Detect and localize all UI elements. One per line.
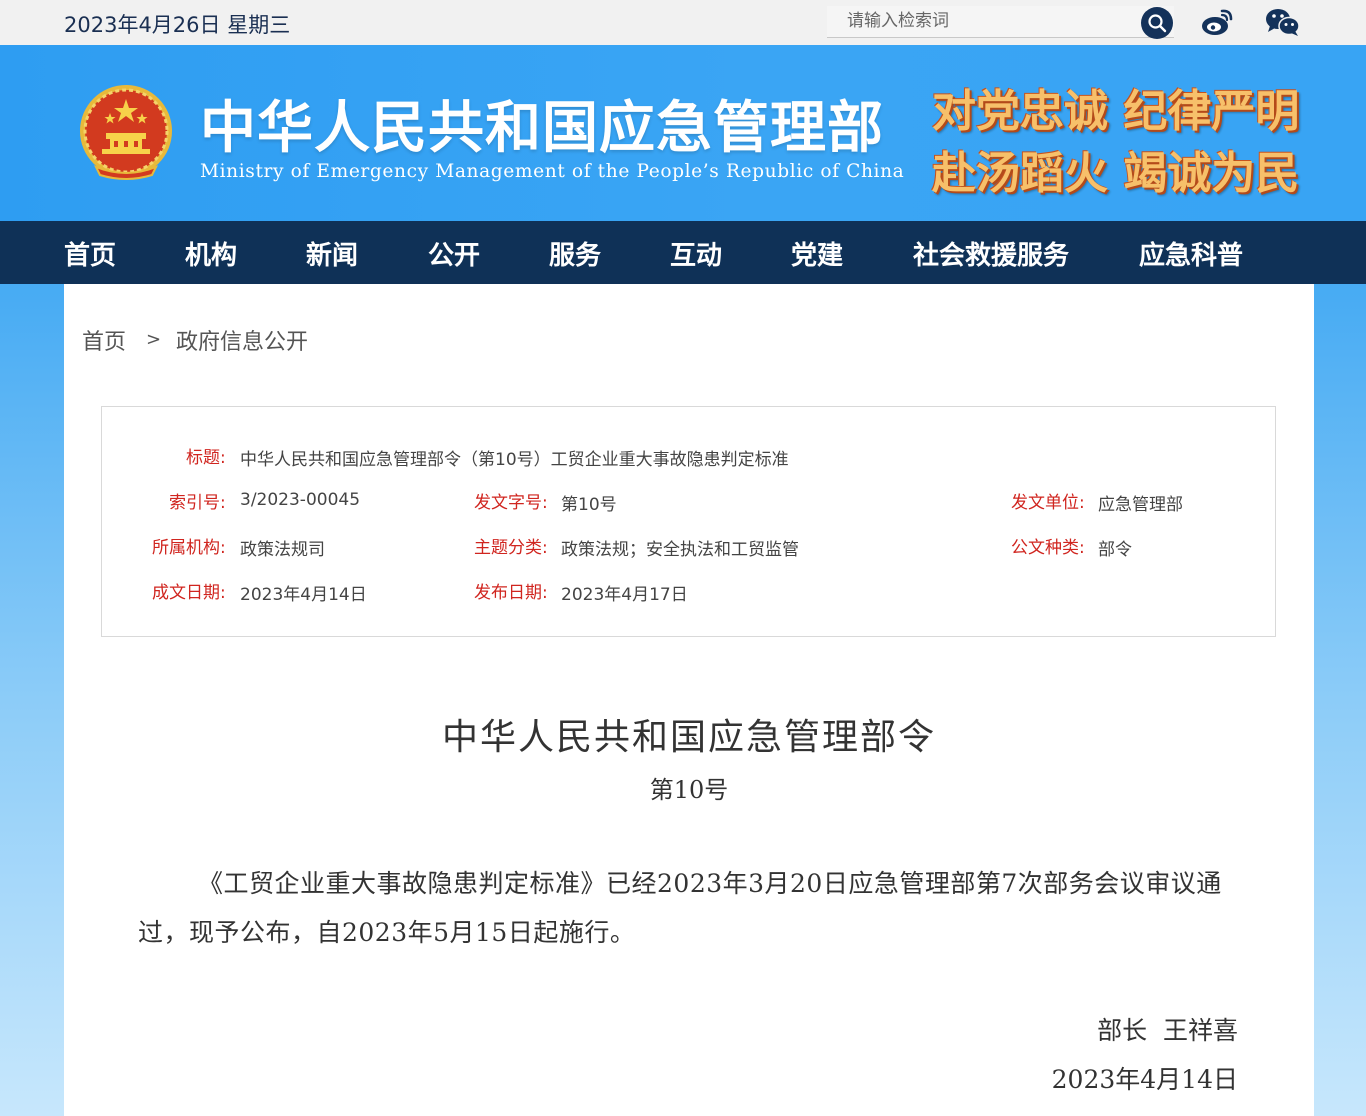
weibo-icon	[1202, 9, 1233, 35]
wechat-link[interactable]	[1264, 5, 1302, 39]
breadcrumb-current[interactable]: 政府信息公开	[176, 324, 308, 356]
docno-value: 第10号	[561, 495, 617, 515]
breadcrumb-separator: >	[146, 329, 162, 350]
docno-label: 发文字号:	[474, 493, 548, 513]
topic-value: 政策法规；安全执法和工贸监管	[561, 540, 799, 560]
slogan-line-2: 赴汤蹈火 竭诚为民	[932, 148, 1300, 199]
nav-item-science[interactable]: 应急科普	[1139, 235, 1243, 272]
nav-item-social-rescue[interactable]: 社会救援服务	[913, 235, 1069, 272]
national-emblem-icon	[80, 85, 172, 180]
nav-item-disclosure[interactable]: 公开	[428, 235, 480, 272]
site-title-en: Ministry of Emergency Management of the …	[200, 161, 905, 182]
document-number: 第10号	[649, 776, 729, 804]
created-date-label: 成文日期:	[152, 583, 226, 603]
org-label: 所属机构:	[152, 538, 226, 558]
title-value: 中华人民共和国应急管理部令（第10号）工贸企业重大事故隐患判定标准	[240, 450, 789, 470]
current-date: 2023年4月26日 星期三	[64, 13, 291, 37]
nav-item-party-building[interactable]: 党建	[791, 235, 843, 272]
index-label: 索引号:	[169, 493, 226, 513]
nav-item-interaction[interactable]: 互动	[670, 235, 722, 272]
nav-item-news[interactable]: 新闻	[306, 235, 358, 272]
created-date-value: 2023年4月14日	[240, 585, 367, 605]
site-header: 中华人民共和国应急管理部 Ministry of Emergency Manag…	[0, 45, 1366, 221]
published-date-value: 2023年4月17日	[561, 585, 688, 605]
slogan-line-1: 对党忠诚 纪律严明	[932, 86, 1300, 137]
search-button[interactable]	[1141, 7, 1173, 39]
type-value: 部令	[1098, 540, 1132, 560]
issuer-value: 应急管理部	[1098, 495, 1183, 515]
document-title: 中华人民共和国应急管理部令	[441, 717, 936, 758]
topic-label: 主题分类:	[474, 538, 548, 558]
issuer-label: 发文单位:	[1011, 493, 1085, 513]
title-label: 标题:	[186, 448, 226, 468]
search-icon	[1148, 14, 1167, 33]
nav-item-home[interactable]: 首页	[64, 235, 116, 272]
main-nav: 首页 机构 新闻 公开 服务 互动 党建 社会救援服务 应急科普	[0, 221, 1366, 284]
document-metadata: 标题: 中华人民共和国应急管理部令（第10号）工贸企业重大事故隐患判定标准 索引…	[101, 406, 1276, 637]
top-bar: 2023年4月26日 星期三	[0, 0, 1366, 45]
wechat-icon	[1266, 9, 1300, 36]
org-value: 政策法规司	[240, 540, 325, 560]
weibo-link[interactable]	[1200, 5, 1236, 39]
nav-item-institutions[interactable]: 机构	[185, 235, 237, 272]
published-date-label: 发布日期:	[474, 583, 548, 603]
search-box[interactable]	[827, 6, 1174, 38]
document-sign-date: 2023年4月14日	[1051, 1065, 1238, 1094]
type-label: 公文种类:	[1011, 538, 1085, 558]
national-emblem	[78, 83, 174, 183]
breadcrumb-home[interactable]: 首页	[82, 324, 126, 356]
document-signature: 部长 王祥喜	[1097, 1016, 1238, 1045]
index-value: 3/2023-00045	[240, 490, 361, 510]
search-input[interactable]	[827, 6, 1137, 36]
document-body: 《工贸企业重大事故隐患判定标准》已经2023年3月20日应急管理部第7次部务会议…	[138, 869, 1222, 947]
site-title-cn: 中华人民共和国应急管理部	[200, 96, 884, 161]
content-panel: 首页 > 政府信息公开 标题: 中华人民共和国应急管理部令（第10号）工贸企业重…	[64, 284, 1314, 1116]
nav-item-services[interactable]: 服务	[549, 235, 601, 272]
